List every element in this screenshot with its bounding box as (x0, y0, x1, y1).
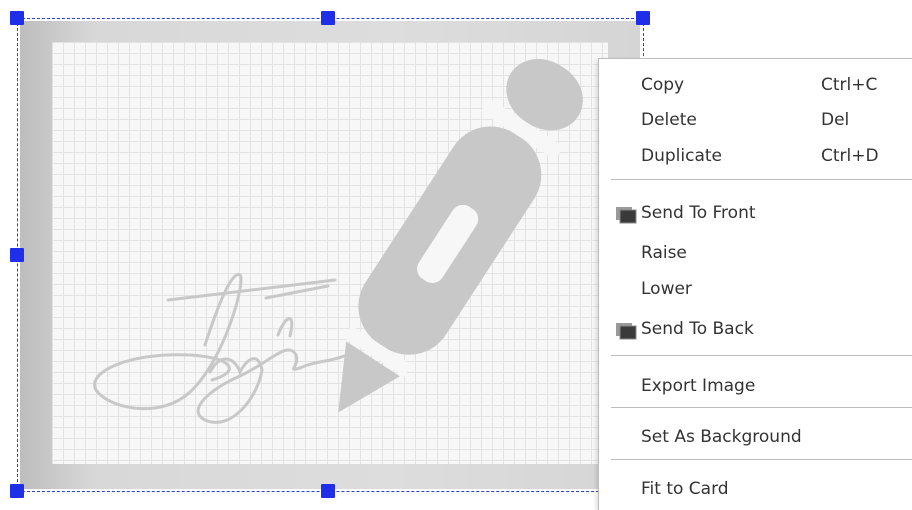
menu-item-copy[interactable]: Copy Ctrl+C (599, 71, 912, 101)
menu-item-duplicate[interactable]: Duplicate Ctrl+D (599, 142, 912, 172)
resize-handle-top-left[interactable] (10, 11, 24, 25)
layer-front-icon (616, 207, 637, 224)
menu-item-label: Send To Back (641, 319, 754, 339)
menu-item-shortcut: Del (821, 110, 850, 130)
menu-separator (611, 179, 912, 180)
selection-bounding-box (17, 18, 644, 492)
menu-item-label: Set As Background (641, 427, 802, 447)
resize-handle-bottom-center[interactable] (321, 484, 335, 498)
menu-item-label: Lower (641, 279, 692, 299)
menu-item-label: Raise (641, 243, 687, 263)
menu-separator (611, 355, 912, 356)
menu-item-send-to-back[interactable]: Send To Back (599, 315, 912, 345)
resize-handle-bottom-left[interactable] (10, 484, 24, 498)
menu-item-label: Copy (641, 75, 685, 95)
context-menu: Copy Ctrl+C Delete Del Duplicate Ctrl+D … (598, 58, 912, 510)
menu-item-shortcut: Ctrl+C (821, 75, 878, 95)
menu-separator (611, 459, 912, 460)
menu-item-label: Duplicate (641, 146, 722, 166)
menu-item-export-image[interactable]: Export Image (599, 372, 912, 402)
resize-handle-top-right[interactable] (636, 11, 650, 25)
menu-item-shortcut: Ctrl+D (821, 146, 879, 166)
menu-item-fit-to-card[interactable]: Fit to Card (599, 475, 912, 505)
menu-item-set-as-background[interactable]: Set As Background (599, 423, 912, 453)
menu-item-raise[interactable]: Raise (599, 239, 912, 269)
menu-item-label: Send To Front (641, 203, 756, 223)
menu-item-label: Fit to Card (641, 479, 729, 499)
menu-item-delete[interactable]: Delete Del (599, 106, 912, 136)
menu-item-label: Export Image (641, 376, 756, 396)
layer-back-icon (616, 323, 637, 340)
resize-handle-middle-left[interactable] (10, 248, 24, 262)
menu-item-send-to-front[interactable]: Send To Front (599, 199, 912, 229)
resize-handle-top-center[interactable] (321, 11, 335, 25)
menu-item-lower[interactable]: Lower (599, 275, 912, 305)
menu-item-label: Delete (641, 110, 697, 130)
menu-separator (611, 407, 912, 408)
